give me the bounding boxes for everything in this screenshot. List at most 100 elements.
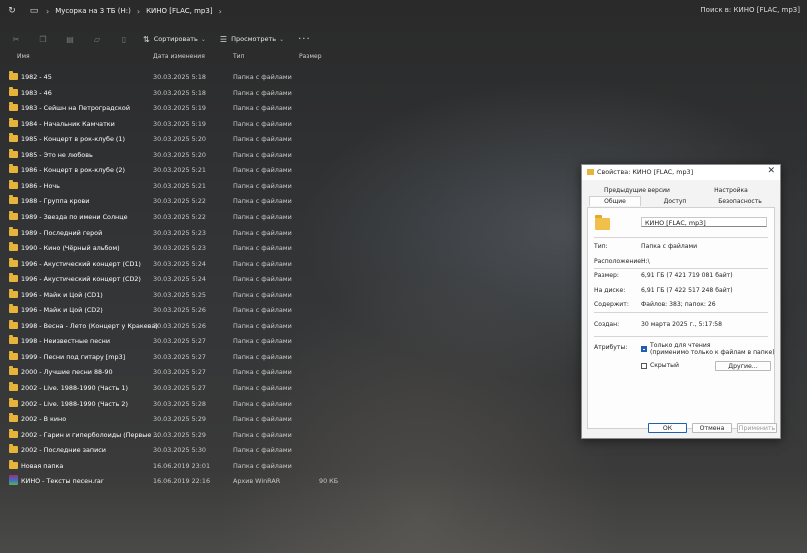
file-row[interactable]: 1984 - Начальник Камчатки 30.03.2025 5:19… [0,116,340,132]
file-row[interactable]: 1988 - Группа крови 30.03.2025 5:22 Папка … [0,193,340,209]
rename-icon[interactable]: ▱ [89,32,105,46]
file-type: Папка с файлами [233,399,292,408]
file-type: Папка с файлами [233,446,292,455]
type-value: Папка с файлами [641,243,698,250]
file-date: 30.03.2025 5:27 [153,352,206,361]
close-icon[interactable]: ✕ [767,166,775,176]
dialog-tabs: Предыдущие версии Настройка Общие Доступ… [587,186,773,208]
breadcrumb-folder[interactable]: КИНО [FLAC, mp3] [146,7,212,15]
column-name[interactable]: Имя [17,53,30,60]
tab-previous-versions[interactable]: Предыдущие версии [589,186,685,195]
monitor-icon[interactable]: ▭ [28,5,40,17]
folder-icon [9,319,18,329]
tab-general[interactable]: Общие [589,196,641,206]
file-row[interactable]: 1996 - Акустический концерт (CD1) 30.03.2… [0,256,340,272]
cut-icon[interactable]: ✂ [8,32,24,46]
file-row[interactable]: 1998 - Весна - Лето (Концерт у Кракева) 3… [0,318,340,334]
file-row[interactable]: 2002 - В кино 30.03.2025 5:29 Папка с файл… [0,411,340,427]
file-row[interactable]: Новая папка 16.06.2019 23:01 Папка с файла… [0,458,340,474]
disk-size-label: На диске: [594,287,626,294]
file-type: Папка с файлами [233,306,292,315]
file-name: 1996 - Майк и Цой (CD2) [21,306,103,315]
file-row[interactable]: 2002 - Live. 1988-1990 (Часть 1) 30.03.20… [0,380,340,396]
file-row[interactable]: 2002 - Live. 1988-1990 (Часть 2) 30.03.20… [0,396,340,412]
file-row[interactable]: 1999 - Песни под гитару [mp3] 30.03.2025 … [0,349,340,365]
file-name: 1990 - Кино (Чёрный альбом) [21,244,120,253]
tab-settings[interactable]: Настройка [691,186,771,195]
file-row[interactable]: 1996 - Акустический концерт (CD2) 30.03.2… [0,271,340,287]
address-bar: ↻ ▭ › Мусорка на 3 ТБ (H:) › КИНО [FLAC,… [0,0,807,22]
dialog-titlebar: Свойства: КИНО [FLAC, mp3] ✕ [582,165,780,180]
tab-security[interactable]: Безопасность [709,197,771,206]
tab-access[interactable]: Доступ [647,197,703,206]
hidden-checkbox[interactable] [641,363,647,369]
more-options-button[interactable]: ··· [298,34,311,45]
copy-icon[interactable]: ❐ [35,32,51,46]
column-size[interactable]: Размер [299,53,322,60]
sort-button[interactable]: ⇅ Сортировать ⌄ [143,35,206,44]
folder-icon [9,428,18,438]
file-type: Папка с файлами [233,119,292,128]
file-row[interactable]: 1985 - Это не любовь 30.03.2025 5:20 Папка… [0,147,340,163]
file-row[interactable]: 1986 - Ночь 30.03.2025 5:21 Папка с файлам… [0,178,340,194]
paste-icon[interactable]: ▤ [62,32,78,46]
file-name: 1986 - Концерт в рок-клубе (2) [21,166,125,175]
file-row[interactable]: 2002 - Последние записи 30.03.2025 5:30 Па… [0,442,340,458]
ok-button[interactable]: ОК [648,423,687,433]
file-row[interactable]: КИНО - Тексты песен.rar 16.06.2019 22:16 А… [0,473,340,489]
search-box[interactable]: Поиск в: КИНО [FLAC, mp3] [700,6,800,14]
file-row[interactable]: 2000 - Лучшие песни 88-90 30.03.2025 5:27… [0,364,340,380]
file-row[interactable]: 1982 - 45 30.03.2025 5:18 Папка с файлами [0,69,340,85]
chevron-right-icon: › [136,6,141,16]
file-row[interactable]: 1990 - Кино (Чёрный альбом) 30.03.2025 5:… [0,240,340,256]
file-date: 16.06.2019 22:16 [153,477,211,486]
file-row[interactable]: 1986 - Концерт в рок-клубе (2) 30.03.2025… [0,162,340,178]
file-name: 1984 - Начальник Камчатки [21,119,115,128]
file-date: 30.03.2025 5:22 [153,197,206,206]
file-row[interactable]: 1989 - Последний герой 30.03.2025 5:23 Пап… [0,225,340,241]
file-row[interactable]: 1998 - Неизвестные песни 30.03.2025 5:27 П… [0,333,340,349]
file-row[interactable]: 1996 - Майк и Цой (CD1) 30.03.2025 5:25 Па… [0,287,340,303]
file-row[interactable]: 1989 - Звезда по имени Солнце 30.03.2025 … [0,209,340,225]
column-date[interactable]: Дата изменения [153,53,205,60]
breadcrumb-drive[interactable]: Мусорка на 3 ТБ (H:) [55,7,131,15]
file-name: 2002 - Live. 1988-1990 (Часть 1) [21,384,128,392]
view-button[interactable]: ☰ Просмотреть ⌄ [220,35,284,44]
folder-name-field[interactable]: КИНО [FLAC, mp3] [641,217,767,227]
file-row[interactable]: 2002 - Гарин и гиперболоиды (Первые ... 3… [0,427,340,443]
folder-icon [9,288,18,298]
type-label: Тип: [594,243,608,250]
delete-icon[interactable]: ▯ [116,32,132,46]
file-type: Папка с файлами [233,321,292,330]
file-date: 30.03.2025 5:28 [153,399,206,408]
file-row[interactable]: 1983 - Сейшн на Петроградской 30.03.2025 … [0,100,340,116]
readonly-checkbox[interactable] [641,346,647,352]
apply-button[interactable]: Применить [737,423,777,433]
chevron-right-icon[interactable]: › [219,7,222,16]
folder-icon [9,133,18,143]
chevron-right-icon: › [46,6,50,16]
command-bar: ✂ ❐ ▤ ▱ ▯ ⇅ Сортировать ⌄ ☰ Просмотреть … [0,30,807,48]
chevron-down-icon: ⌄ [279,35,285,43]
file-date: 30.03.2025 5:29 [153,415,206,424]
file-name: 1985 - Концерт в рок-клубе (1) [21,135,125,144]
location-label: Расположение: [594,258,644,265]
folder-icon [9,102,18,112]
file-row[interactable]: 1985 - Концерт в рок-клубе (1) 30.03.2025… [0,131,340,147]
other-attributes-button[interactable]: Другие... [715,361,771,371]
refresh-icon[interactable]: ↻ [6,5,18,17]
folder-icon [9,459,18,469]
folder-icon [9,210,18,220]
dialog-title: Свойства: КИНО [FLAC, mp3] [597,168,694,176]
file-row[interactable]: 1983 - 46 30.03.2025 5:18 Папка с файлами [0,85,340,101]
folder-icon [9,164,18,174]
folder-icon [9,148,18,158]
cancel-button[interactable]: Отмена [692,423,732,433]
file-name: 1988 - Группа крови [21,197,90,206]
general-tab-page: КИНО [FLAC, mp3] Тип: Папка с файлами Ра… [587,207,775,429]
file-name: 1985 - Это не любовь [21,150,93,159]
file-row[interactable]: 1996 - Майк и Цой (CD2) 30.03.2025 5:26 Па… [0,302,340,318]
column-type[interactable]: Тип [233,53,245,60]
folder-icon [9,179,18,189]
file-date: 30.03.2025 5:27 [153,337,206,346]
